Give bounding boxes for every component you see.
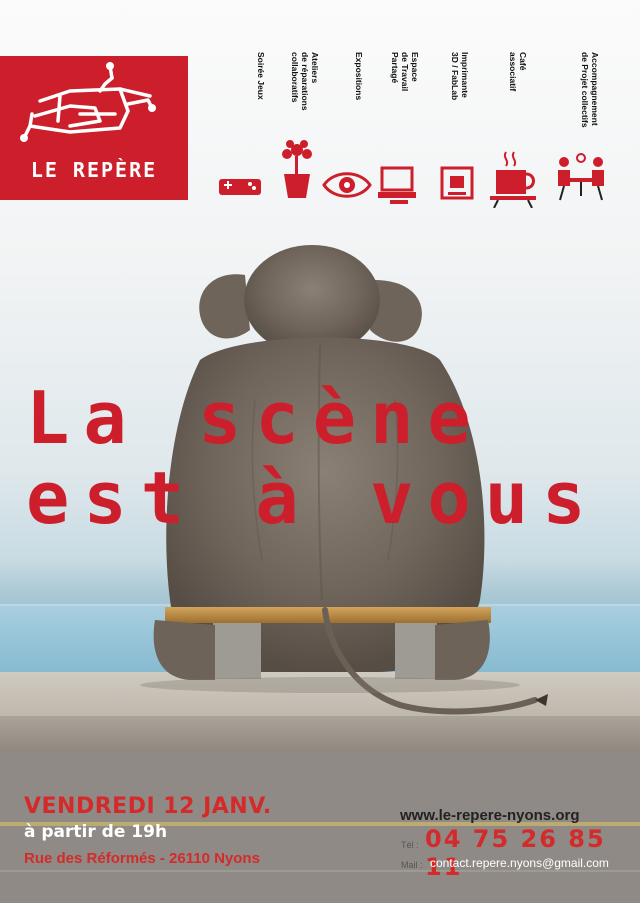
service-label-expositions: Expositions [354,52,364,101]
headline-line-2: est à vous [26,456,600,540]
phone-label: Tél : [401,840,419,850]
meeting-icon [558,153,604,201]
flower-pot-icon [282,140,312,198]
brand-name: LE REPÈRE [30,158,158,182]
phone-number[interactable]: 04 75 26 85 11 [425,825,640,881]
logo-mark-icon [20,62,156,142]
service-label-ateliers: Ateliers de réparations collaboratifs [290,52,320,111]
eye-icon [322,172,372,198]
3d-printer-icon [440,166,474,200]
event-time: à partir de 19h [24,822,168,842]
poster: LE REPÈRE Soirée Jeux Ateliers de répara… [0,0,640,903]
coffee-cup-icon [490,151,536,208]
event-address: Rue des Réformés - 26110 Nyons [24,850,260,867]
service-label-espace: Espace de Travail Partagé [390,52,420,92]
service-label-imprimante: Imprimante 3D / FabLab [450,52,470,101]
service-label-cafe: Café associatif [508,52,528,92]
mail-label: Mail : [401,860,423,870]
service-label-accompagnement: Accompagnement de Projet collectifs [580,52,600,128]
computer-icon [378,166,416,204]
logo-box: LE REPÈRE [0,56,188,200]
email-link[interactable]: contact.repere.nyons@gmail.com [430,856,609,870]
event-date: VENDREDI 12 JANV. [24,794,272,819]
service-label-jeux: Soirée Jeux [256,52,266,100]
video-game-icon [219,179,261,195]
headline-line-1: La scène [26,376,485,460]
website-link[interactable]: www.le-repere-nyons.org [400,807,579,824]
